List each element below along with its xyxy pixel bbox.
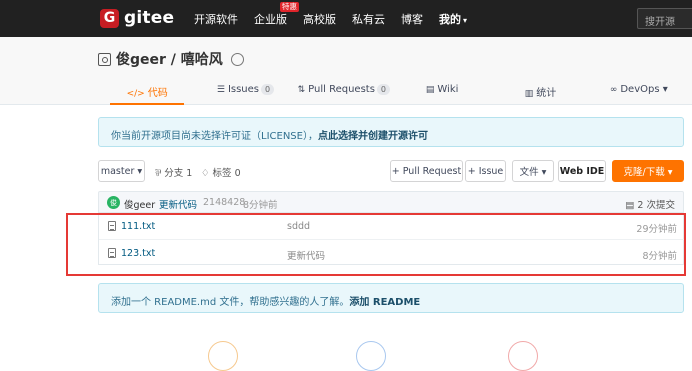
readme-notice: 添加一个 README.md 文件，帮助感兴趣的人了解。添加 README xyxy=(98,283,684,313)
tab-code-label: 代码 xyxy=(147,88,168,99)
tab-issues-label: Issues xyxy=(227,84,260,95)
clone-download-button[interactable]: 克隆/下载 ▾ xyxy=(612,160,684,182)
pull-request-button[interactable]: + Pull Request xyxy=(390,160,463,182)
tab-devops[interactable]: ∞ DevOps ▾ xyxy=(590,81,688,105)
nav-link-mine-label: 我的 xyxy=(439,12,461,26)
decor-circle xyxy=(208,341,238,371)
web-ide-button[interactable]: Web IDE xyxy=(558,160,606,182)
commit-message[interactable]: 更新代码 xyxy=(159,197,197,211)
project-title-row: 俊geer / 嘻哈风 xyxy=(98,49,244,69)
tab-stats[interactable]: ▥ 统计 xyxy=(491,81,589,105)
wechat-icon[interactable] xyxy=(230,52,244,66)
nav-links: 开源软件 企业版 特惠 高校版 私有云 博客 我的 ▾ xyxy=(194,0,483,37)
tags-link[interactable]: ♢ 标签 0 xyxy=(201,165,241,179)
logo-text: gitee xyxy=(124,8,175,28)
branches-link[interactable]: ⅌ 分支 1 xyxy=(155,165,192,179)
tab-wiki-label: Wiki xyxy=(437,84,459,95)
search-input[interactable]: 搜开源 xyxy=(637,8,692,29)
repo-icon xyxy=(98,52,111,66)
commit-count-label: 2 次提交 xyxy=(637,200,675,211)
project-tabs: </> 代码 ☰ Issues 0 ⇅ Pull Requests 0 ▤ Wiki ▥ 统计… xyxy=(98,81,688,105)
commit-count[interactable]: ▤ 2 次提交 xyxy=(625,197,675,211)
tab-stats-label: 统计 xyxy=(536,88,557,99)
commits-icon: ▤ xyxy=(625,200,638,211)
decor-circle xyxy=(508,341,538,371)
tab-issues[interactable]: ☰ Issues 0 xyxy=(196,81,294,105)
branch-select[interactable]: master ▾ xyxy=(98,160,145,182)
tab-wiki[interactable]: ▤ Wiki xyxy=(393,81,491,105)
issue-button[interactable]: + Issue xyxy=(465,160,506,182)
nav-link-mine[interactable]: 我的 ▾ xyxy=(439,11,467,27)
nav-link-private-cloud[interactable]: 私有云 xyxy=(352,11,385,27)
nav-link-blog[interactable]: 博客 xyxy=(401,11,423,27)
gitee-logo[interactable]: G gitee xyxy=(100,6,174,30)
repo-toolbar: master ▾ ⅌ 分支 1 ♢ 标签 0 + Pull Request + … xyxy=(98,160,688,182)
pull-request-icon: ⇅ xyxy=(297,85,306,95)
tab-pull-requests-label: Pull Requests xyxy=(308,84,375,95)
license-notice: 你当前开源项目尚未选择许可证（LICENSE），点此选择并创建开源许可 xyxy=(98,117,684,147)
devops-icon: ∞ xyxy=(609,85,618,95)
tab-pull-requests[interactable]: ⇅ Pull Requests 0 xyxy=(295,81,393,105)
commit-hash[interactable]: 2148428 xyxy=(203,197,245,208)
issues-icon: ☰ xyxy=(216,85,225,95)
highlight-box xyxy=(66,213,686,276)
avatar[interactable]: 俊 xyxy=(107,196,120,209)
nav-link-enterprise-label: 企业版 xyxy=(254,12,287,26)
issues-count: 0 xyxy=(261,84,275,95)
branches-label: 分支 1 xyxy=(164,168,193,179)
decor-circle xyxy=(356,341,386,371)
tag-icon: ♢ xyxy=(201,168,213,179)
tab-devops-label: DevOps ▾ xyxy=(620,84,668,95)
pull-requests-count: 0 xyxy=(376,84,391,95)
gitee-logo-icon: G xyxy=(100,8,119,28)
project-header: 俊geer / 嘻哈风 </> 代码 ☰ Issues 0 ⇅ Pull Request… xyxy=(0,37,692,105)
hot-badge: 特惠 xyxy=(280,1,299,12)
stats-icon: ▥ xyxy=(524,89,534,99)
project-title[interactable]: 俊geer / 嘻哈风 xyxy=(116,49,223,69)
license-notice-link[interactable]: 点此选择并创建开源许可 xyxy=(318,131,428,142)
code-icon: </> xyxy=(126,89,145,99)
chevron-down-icon: ▾ xyxy=(463,15,468,25)
commit-author[interactable]: 俊geer xyxy=(124,197,155,211)
latest-commit-bar: 俊 俊geer 更新代码 2148428 8分钟前 ▤ 2 次提交 xyxy=(98,191,684,213)
top-navbar: G gitee 开源软件 企业版 特惠 高校版 私有云 博客 我的 ▾ 搜开源 xyxy=(0,0,692,37)
add-readme-link[interactable]: 添加 README xyxy=(349,297,420,308)
nav-link-enterprise[interactable]: 企业版 特惠 xyxy=(254,1,299,27)
wiki-icon: ▤ xyxy=(425,85,435,95)
file-menu-button[interactable]: 文件 ▾ xyxy=(512,160,554,182)
tags-label: 标签 0 xyxy=(212,168,241,179)
nav-link-university[interactable]: 高校版 xyxy=(303,11,336,27)
license-notice-text: 你当前开源项目尚未选择许可证（LICENSE）， xyxy=(111,131,318,142)
commit-time: 8分钟前 xyxy=(243,200,278,211)
tab-code[interactable]: </> 代码 xyxy=(98,81,196,105)
readme-notice-text: 添加一个 README.md 文件，帮助感兴趣的人了解。 xyxy=(111,297,350,308)
nav-link-open-source[interactable]: 开源软件 xyxy=(194,11,238,27)
branch-icon: ⅌ xyxy=(155,168,165,179)
